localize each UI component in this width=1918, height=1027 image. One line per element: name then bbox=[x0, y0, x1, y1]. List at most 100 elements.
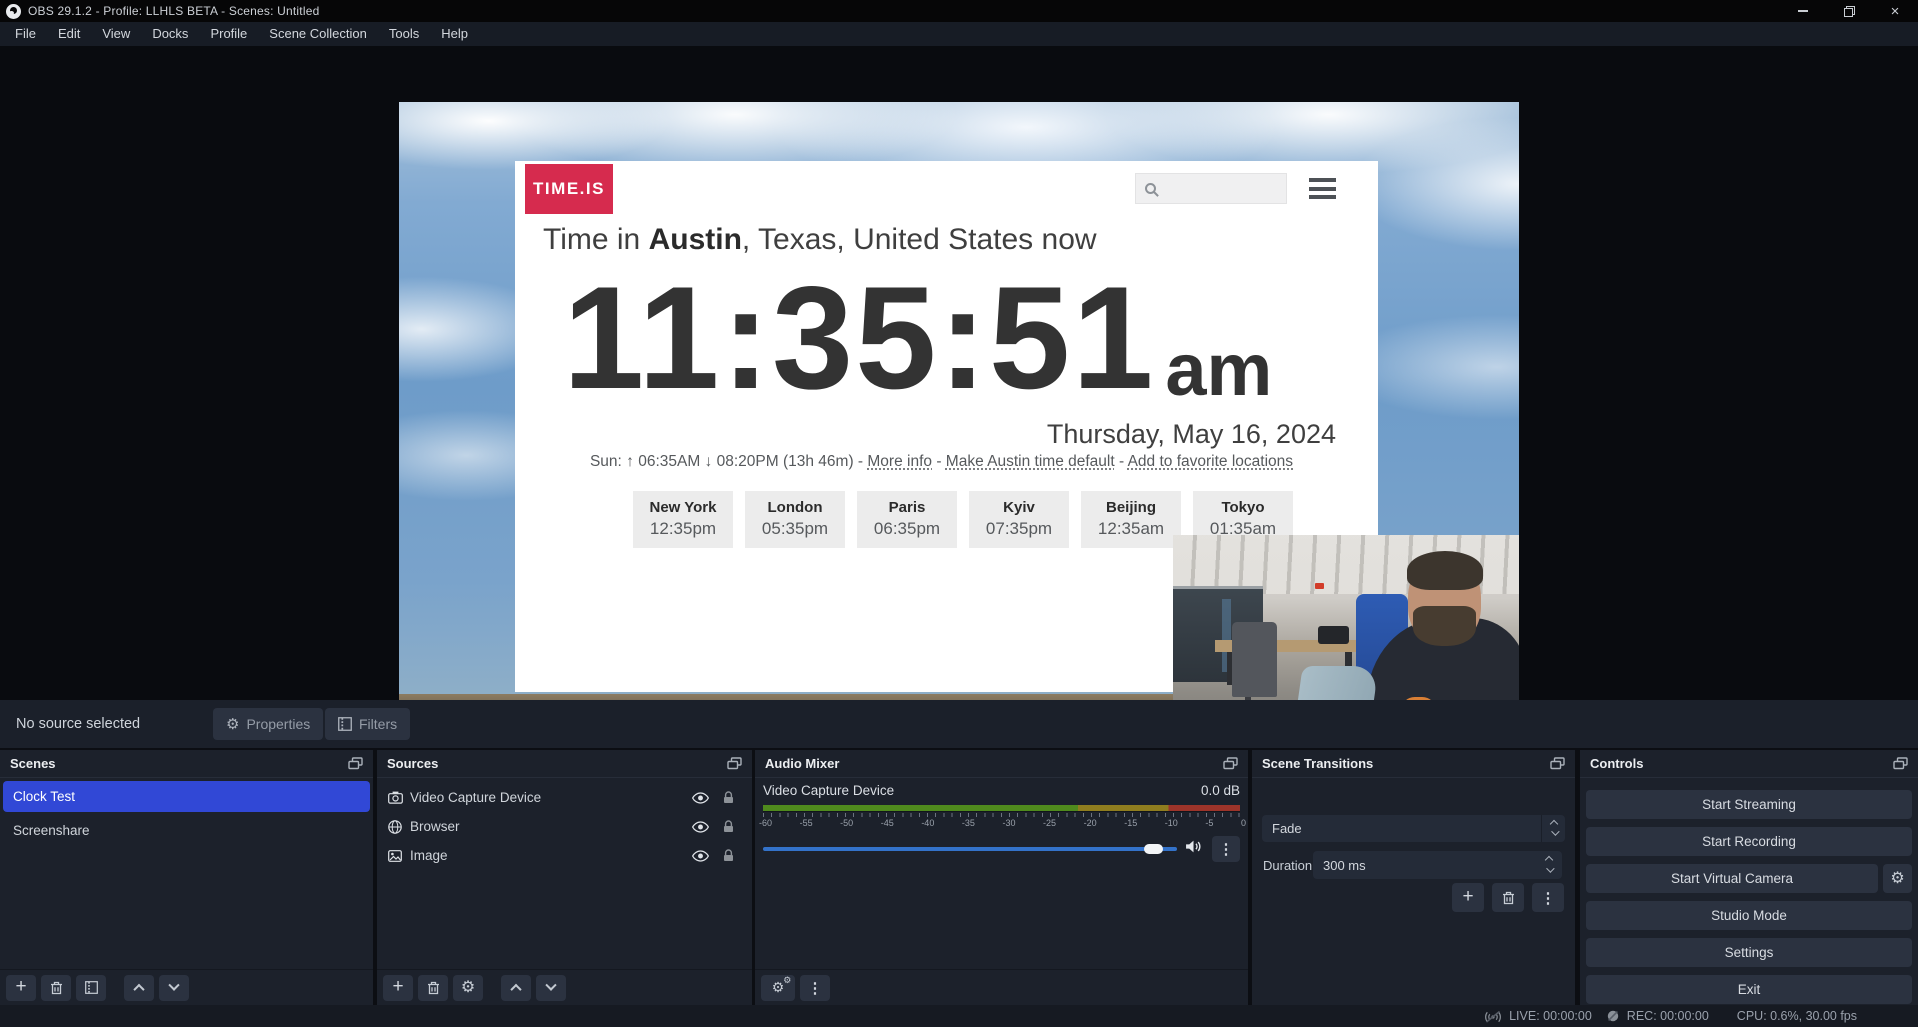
spin-down-icon[interactable] bbox=[1546, 864, 1554, 872]
scene-item-screenshare[interactable]: Screenshare bbox=[3, 815, 370, 846]
city-box-newyork: New York 12:35pm bbox=[633, 491, 733, 548]
spin-up-icon[interactable] bbox=[1545, 856, 1553, 864]
visibility-eye-icon[interactable] bbox=[686, 792, 714, 804]
search-icon bbox=[1145, 183, 1156, 194]
move-source-up-button[interactable] bbox=[501, 975, 531, 1001]
start-recording-button[interactable]: Start Recording bbox=[1586, 827, 1912, 856]
menu-view[interactable]: View bbox=[91, 22, 141, 46]
visibility-eye-icon[interactable] bbox=[686, 821, 714, 833]
transition-selected-value: Fade bbox=[1262, 821, 1541, 836]
remove-source-button[interactable] bbox=[418, 975, 448, 1001]
sources-toolbar: + ⚙ bbox=[377, 969, 752, 1005]
settings-button[interactable]: Settings bbox=[1586, 938, 1912, 967]
chevron-down-icon bbox=[168, 979, 179, 990]
obs-logo-icon bbox=[6, 4, 21, 19]
menu-docks[interactable]: Docks bbox=[141, 22, 199, 46]
popout-icon[interactable] bbox=[1893, 757, 1908, 770]
scene-item-clock-test[interactable]: Clock Test bbox=[3, 781, 370, 812]
virtual-camera-config-button[interactable]: ⚙ bbox=[1883, 864, 1912, 893]
menu-scene-collection[interactable]: Scene Collection bbox=[258, 22, 378, 46]
webcam-person-hair bbox=[1407, 551, 1483, 591]
filter-icon bbox=[338, 717, 352, 731]
popout-icon[interactable] bbox=[1223, 757, 1238, 770]
move-source-down-button[interactable] bbox=[536, 975, 566, 1001]
start-streaming-button[interactable]: Start Streaming bbox=[1586, 790, 1912, 819]
visibility-eye-icon[interactable] bbox=[686, 850, 714, 862]
menu-file[interactable]: File bbox=[4, 22, 47, 46]
chevron-up-icon bbox=[133, 983, 144, 994]
add-source-button[interactable]: + bbox=[383, 975, 413, 1001]
scene-filters-button[interactable] bbox=[76, 975, 106, 1001]
volume-slider-track[interactable] bbox=[763, 847, 1177, 851]
move-scene-up-button[interactable] bbox=[124, 975, 154, 1001]
meter-tick-labels: -60-55-50-45-40-35-30-25-20-15-10-50 bbox=[759, 818, 1246, 828]
title-bar[interactable]: OBS 29.1.2 - Profile: LLHLS BETA - Scene… bbox=[0, 0, 1918, 22]
lock-icon[interactable] bbox=[714, 791, 742, 804]
plus-icon: + bbox=[1462, 887, 1473, 906]
mixer-menu-button[interactable]: ⋮ bbox=[800, 975, 830, 1001]
advanced-audio-button[interactable]: ⚙ bbox=[761, 975, 795, 1001]
speaker-icon bbox=[1185, 839, 1202, 854]
meter-tick-marks bbox=[763, 813, 1240, 817]
popout-icon[interactable] bbox=[727, 757, 742, 770]
studio-mode-button[interactable]: Studio Mode bbox=[1586, 901, 1912, 930]
minimize-button[interactable] bbox=[1780, 0, 1826, 22]
controls-title: Controls bbox=[1590, 756, 1643, 771]
volume-slider-handle[interactable] bbox=[1144, 844, 1163, 854]
lock-icon[interactable] bbox=[714, 849, 742, 862]
close-icon: × bbox=[1891, 4, 1900, 19]
transition-buttons: + ⋮ bbox=[1252, 883, 1564, 912]
clock-ampm: am bbox=[1165, 333, 1272, 407]
move-scene-down-button[interactable] bbox=[159, 975, 189, 1001]
status-bar: LIVE: 00:00:00 REC: 00:00:00 CPU: 0.6%, … bbox=[0, 1005, 1918, 1027]
popout-icon[interactable] bbox=[1550, 757, 1565, 770]
sources-panel-header[interactable]: Sources bbox=[377, 750, 752, 778]
close-button[interactable]: × bbox=[1872, 0, 1918, 22]
cpu-fps-status: CPU: 0.6%, 30.00 fps bbox=[1737, 1009, 1857, 1023]
minimize-icon bbox=[1798, 10, 1808, 12]
source-item-video-capture[interactable]: Video Capture Device bbox=[377, 783, 752, 812]
kebab-menu-icon: ⋮ bbox=[1541, 889, 1556, 907]
transitions-header[interactable]: Scene Transitions bbox=[1252, 750, 1575, 778]
scene-preview[interactable]: TIME.IS Time in Austin, Texas, United St… bbox=[399, 102, 1519, 733]
transition-select[interactable]: Fade bbox=[1262, 815, 1565, 842]
combo-arrows bbox=[1541, 815, 1565, 842]
gear-icon: ⚙ bbox=[226, 717, 239, 732]
mixer-channel-menu-button[interactable]: ⋮ bbox=[1212, 836, 1240, 862]
remove-scene-button[interactable] bbox=[41, 975, 71, 1001]
volume-meter bbox=[763, 805, 1240, 812]
add-scene-button[interactable]: + bbox=[6, 975, 36, 1001]
broadcast-off-icon bbox=[1484, 1010, 1502, 1023]
lock-icon[interactable] bbox=[714, 820, 742, 833]
plus-icon: + bbox=[392, 977, 403, 996]
menu-help[interactable]: Help bbox=[430, 22, 479, 46]
scenes-panel-title: Scenes bbox=[10, 756, 56, 771]
menu-profile[interactable]: Profile bbox=[199, 22, 258, 46]
restore-button[interactable] bbox=[1826, 0, 1872, 22]
duration-value: 300 ms bbox=[1313, 858, 1540, 873]
source-item-image[interactable]: Image bbox=[377, 841, 752, 870]
remove-transition-button[interactable] bbox=[1492, 883, 1524, 912]
transition-menu-button[interactable]: ⋮ bbox=[1532, 883, 1564, 912]
controls-body: Start Streaming Start Recording Start Vi… bbox=[1580, 778, 1918, 1005]
volume-slider[interactable] bbox=[763, 836, 1177, 862]
speaker-mute-button[interactable] bbox=[1185, 839, 1202, 859]
controls-header[interactable]: Controls bbox=[1580, 750, 1918, 778]
add-transition-button[interactable]: + bbox=[1452, 883, 1484, 912]
filters-button[interactable]: Filters bbox=[325, 708, 410, 740]
menu-edit[interactable]: Edit bbox=[47, 22, 91, 46]
timeis-heading: Time in Austin, Texas, United States now bbox=[543, 223, 1097, 257]
duration-spinbox[interactable]: 300 ms bbox=[1313, 851, 1562, 879]
menu-tools[interactable]: Tools bbox=[378, 22, 430, 46]
audio-mixer-header[interactable]: Audio Mixer bbox=[755, 750, 1248, 778]
start-virtual-camera-button[interactable]: Start Virtual Camera bbox=[1586, 864, 1878, 893]
source-item-browser[interactable]: Browser bbox=[377, 812, 752, 841]
webcam-exit-sign bbox=[1315, 583, 1324, 589]
popout-icon[interactable] bbox=[348, 757, 363, 770]
scenes-panel-header[interactable]: Scenes bbox=[0, 750, 373, 778]
source-properties-button[interactable]: ⚙ bbox=[453, 975, 483, 1001]
timeis-clock: 11:35:51 am bbox=[563, 265, 1272, 411]
properties-button[interactable]: ⚙ Properties bbox=[213, 708, 323, 740]
kebab-menu-icon: ⋮ bbox=[808, 979, 823, 997]
exit-button[interactable]: Exit bbox=[1586, 975, 1912, 1004]
